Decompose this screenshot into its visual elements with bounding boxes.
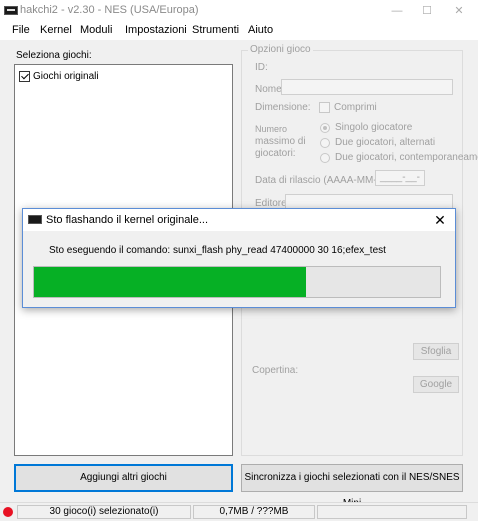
game-options-title: Opzioni gioco <box>248 44 313 55</box>
flash-dialog: Sto flashando il kernel originale... ✕ S… <box>22 208 456 308</box>
flash-progress-bar <box>33 266 441 298</box>
radio-two-alternate[interactable] <box>320 138 330 148</box>
dialog-title-bar: Sto flashando il kernel originale... ✕ <box>23 209 455 231</box>
list-item[interactable]: Giochi originali <box>33 71 99 82</box>
radio-two-simultaneous[interactable] <box>320 153 330 163</box>
close-button[interactable]: ✕ <box>444 0 474 22</box>
status-indicator-icon <box>3 507 13 517</box>
select-games-label: Seleziona giochi: <box>16 50 92 61</box>
add-games-button[interactable]: Aggiungi altri giochi <box>14 464 233 492</box>
menu-aiuto[interactable]: Aiuto <box>248 24 273 36</box>
google-button[interactable]: Google <box>413 376 459 393</box>
browse-button[interactable]: Sfoglia <box>413 343 459 360</box>
name-field[interactable] <box>281 79 453 95</box>
dialog-app-icon <box>28 215 42 224</box>
menu-bar: File Kernel Moduli Impostazioni Strument… <box>0 22 478 40</box>
radio-alternate-label: Due giocatori, alternati <box>335 137 436 148</box>
sync-button[interactable]: Sincronizza i giochi selezionati con il … <box>241 464 463 509</box>
dialog-title: Sto flashando il kernel originale... <box>46 214 209 226</box>
dimension-label: Dimensione: <box>255 102 311 113</box>
compress-checkbox[interactable] <box>319 102 330 113</box>
id-label: ID: <box>255 62 268 73</box>
players-label-3: giocatori: <box>255 148 296 159</box>
dialog-message: Sto eseguendo il comando: sunxi_flash ph… <box>49 245 386 256</box>
cover-label: Copertina: <box>252 365 299 376</box>
radio-simultaneous-label: Due giocatori, contemporaneamente <box>335 152 478 163</box>
menu-impostazioni[interactable]: Impostazioni <box>125 24 187 36</box>
game-checkbox[interactable] <box>19 71 30 82</box>
release-date-field[interactable]: ____-__-__ <box>375 170 425 197</box>
menu-moduli[interactable]: Moduli <box>80 24 112 36</box>
minimize-button[interactable]: — <box>382 0 412 22</box>
radio-single-player[interactable] <box>320 123 330 133</box>
status-bar: 30 gioco(i) selezionato(i) 0,7MB / ???MB <box>0 502 478 521</box>
players-label-2: massimo di <box>255 136 306 147</box>
radio-single-label: Singolo giocatore <box>335 122 413 133</box>
compress-label: Comprimi <box>334 102 377 113</box>
maximize-button[interactable]: ☐ <box>412 0 442 22</box>
menu-file[interactable]: File <box>12 24 30 36</box>
dialog-close-icon[interactable]: ✕ <box>431 211 449 229</box>
menu-kernel[interactable]: Kernel <box>40 24 72 36</box>
app-icon <box>4 6 18 15</box>
progress-fill <box>34 267 307 297</box>
size-status: 0,7MB / ???MB <box>193 505 315 519</box>
selected-count-status: 30 gioco(i) selezionato(i) <box>17 505 191 519</box>
menu-strumenti[interactable]: Strumenti <box>192 24 239 36</box>
players-label-1: Numero <box>255 124 288 134</box>
window-title: hakchi2 - v2.30 - NES (USA/Europa) <box>20 4 199 16</box>
progress-status <box>317 505 467 519</box>
title-bar: hakchi2 - v2.30 - NES (USA/Europa) — ☐ ✕ <box>0 0 478 22</box>
